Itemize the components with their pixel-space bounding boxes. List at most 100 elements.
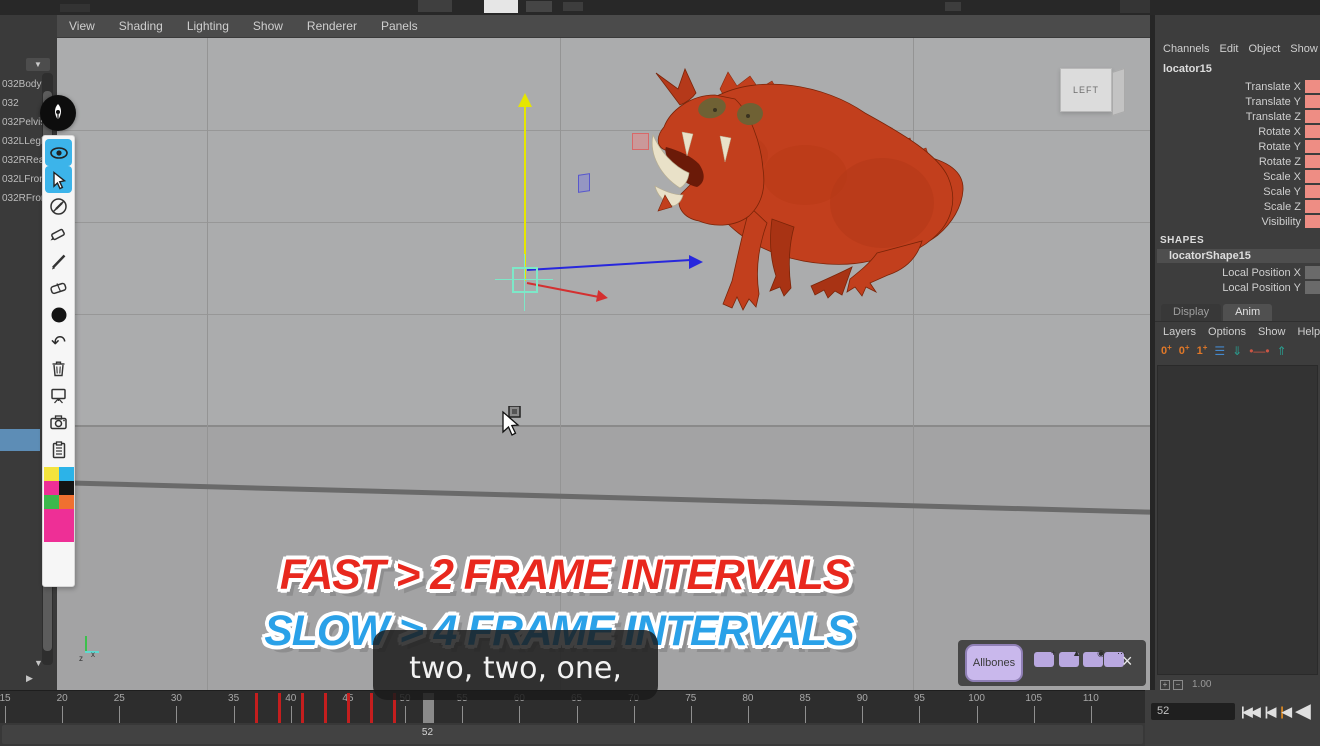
channel-value-field[interactable]	[1305, 95, 1320, 108]
pen-button[interactable]	[45, 247, 72, 274]
keyframe-tick[interactable]	[324, 693, 327, 723]
tab-display[interactable]: Display	[1161, 304, 1221, 321]
layer-stack-icon[interactable]: ☰	[1214, 344, 1225, 358]
menu-view[interactable]: View	[69, 19, 95, 33]
trash-button[interactable]	[45, 355, 72, 382]
keyframe-tick[interactable]	[255, 693, 258, 723]
menu-shading[interactable]: Shading	[119, 19, 163, 33]
channel-value-field[interactable]	[1305, 125, 1320, 138]
channel-value-field[interactable]	[1305, 266, 1320, 279]
undo-button[interactable]: ↶	[45, 328, 72, 355]
current-color-swatch[interactable]	[44, 509, 74, 542]
manipulator-center-handle[interactable]	[512, 267, 538, 293]
keyframe-tick[interactable]	[278, 693, 281, 723]
palette-swatch[interactable]	[44, 481, 59, 495]
keyframe-tick[interactable]	[370, 693, 373, 723]
weight-minus-icon[interactable]: −	[1173, 680, 1183, 690]
play-backwards-button[interactable]: ◀	[1296, 700, 1311, 723]
dash-dot-icon[interactable]: •—•	[1249, 344, 1269, 358]
whiteboard-button[interactable]	[45, 382, 72, 409]
outliner-dropdown-button[interactable]: ▼	[26, 58, 50, 71]
menu-show[interactable]: Show	[253, 19, 283, 33]
manipulator-z-arrowhead[interactable]	[689, 255, 703, 269]
panel-collapse-icon[interactable]: ▼	[34, 658, 43, 668]
channel-menu-object[interactable]: Object	[1248, 43, 1280, 55]
picker-eye-icon[interactable]: ◉	[1083, 652, 1103, 667]
channel-menu-channels[interactable]: Channels	[1163, 43, 1209, 55]
picker-add-icon[interactable]: +	[1034, 652, 1054, 667]
current-frame-field[interactable]: 52	[1151, 703, 1235, 720]
palette-swatch[interactable]	[59, 481, 74, 495]
outliner-item[interactable]: 032Pelvis	[0, 113, 44, 132]
picker-person-icon[interactable]: ▲	[1059, 652, 1079, 667]
anim-menu-layers[interactable]: Layers	[1163, 326, 1196, 338]
shape-row[interactable]: locatorShape15	[1157, 249, 1320, 263]
allbones-button[interactable]: Allbones	[965, 644, 1023, 682]
channel-value-field[interactable]	[1305, 110, 1320, 123]
channel-value-field[interactable]	[1305, 80, 1320, 93]
menu-lighting[interactable]: Lighting	[187, 19, 229, 33]
cursor-tool-button[interactable]	[45, 166, 72, 193]
manipulator-x-arrowhead[interactable]	[596, 290, 609, 304]
channel-value-field[interactable]	[1305, 185, 1320, 198]
outliner-item[interactable]: 032LLegF	[0, 132, 44, 151]
eye-tool-button[interactable]	[45, 139, 72, 166]
close-icon[interactable]: ×	[1122, 651, 1133, 671]
anim-layer-list[interactable]	[1157, 365, 1318, 675]
range-slider-bar[interactable]	[2, 725, 1143, 744]
palette-swatch[interactable]	[44, 495, 59, 509]
outliner-item[interactable]: 032BodyF	[0, 75, 44, 94]
anim-menu-options[interactable]: Options	[1208, 326, 1246, 338]
clipboard-button[interactable]	[45, 436, 72, 463]
palette-swatch[interactable]	[59, 495, 74, 509]
palette-swatch[interactable]	[44, 467, 59, 481]
outliner-item[interactable]: 032RRear	[0, 151, 44, 170]
color-size-dot[interactable]	[45, 301, 72, 328]
annotation-app-logo[interactable]	[40, 95, 76, 131]
channel-menu-show[interactable]: Show	[1290, 43, 1318, 55]
zero-key-icon[interactable]: 0+	[1161, 345, 1172, 357]
manipulator-y-arrowhead[interactable]	[518, 93, 532, 107]
pen-disabled-button[interactable]	[45, 193, 72, 220]
menu-panels[interactable]: Panels	[381, 19, 418, 33]
creature-model[interactable]	[620, 55, 965, 320]
outliner-item[interactable]: 032LFron	[0, 170, 44, 189]
view-cube-face-label[interactable]: LEFT	[1060, 68, 1112, 112]
step-back-button[interactable]: |◀	[1280, 704, 1290, 720]
tab-anim[interactable]: Anim	[1223, 304, 1272, 321]
channel-value-field[interactable]	[1305, 155, 1320, 168]
keyframe-tick[interactable]	[347, 693, 350, 723]
channel-value-field[interactable]	[1305, 140, 1320, 153]
channel-value-field[interactable]	[1305, 215, 1320, 228]
channel-menu-edit[interactable]: Edit	[1219, 43, 1238, 55]
layer-weight-value[interactable]: 1.00	[1192, 679, 1211, 690]
anim-menu-help[interactable]: Help	[1297, 326, 1320, 338]
zero-key-icon[interactable]: 0+	[1179, 345, 1190, 357]
menu-renderer[interactable]: Renderer	[307, 19, 357, 33]
plane-handle-red[interactable]	[632, 133, 649, 150]
zero-weight-icon[interactable]: ⇑	[1277, 344, 1287, 358]
outliner-item[interactable]: 032RFror	[0, 189, 44, 208]
channel-value-field[interactable]	[1305, 200, 1320, 213]
screenshot-button[interactable]	[45, 409, 72, 436]
highlighter-button[interactable]	[45, 220, 72, 247]
palette-swatch[interactable]	[59, 467, 74, 481]
plane-handle-blue[interactable]	[578, 173, 590, 193]
channel-value-field[interactable]	[1305, 281, 1320, 294]
bake-down-icon[interactable]: ⇓	[1232, 344, 1242, 358]
go-to-start-button[interactable]: |◀◀	[1241, 704, 1259, 720]
previous-key-button[interactable]: |◀	[1265, 704, 1275, 720]
picker-list-icon[interactable]: ⋯	[1104, 652, 1124, 667]
view-cube[interactable]: LEFT	[1060, 68, 1112, 112]
shelf-fragment	[60, 4, 90, 12]
anim-menu-show[interactable]: Show	[1258, 326, 1286, 338]
range-slider[interactable]: 52	[0, 723, 1145, 746]
weight-plus-icon[interactable]: +	[1160, 680, 1170, 690]
view-cube-side[interactable]	[1112, 68, 1125, 116]
one-key-icon[interactable]: 1+	[1197, 345, 1208, 357]
eraser-button[interactable]	[45, 274, 72, 301]
channel-value-field[interactable]	[1305, 170, 1320, 183]
panel-expand-icon[interactable]: ▶	[26, 673, 33, 684]
outliner-item[interactable]: 032	[0, 94, 44, 113]
keyframe-tick[interactable]	[301, 693, 304, 723]
